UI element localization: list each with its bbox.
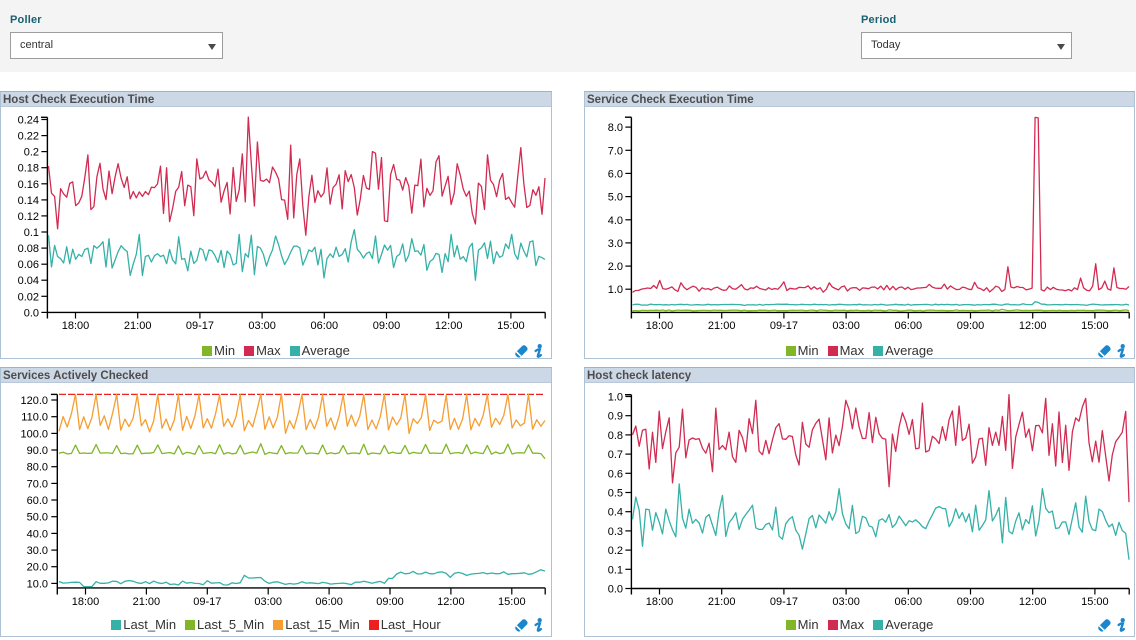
svg-text:8.0: 8.0 <box>608 122 623 134</box>
svg-text:12:00: 12:00 <box>435 320 463 332</box>
svg-text:06:00: 06:00 <box>895 320 923 332</box>
svg-text:09:00: 09:00 <box>957 320 985 332</box>
svg-text:10.0: 10.0 <box>27 578 48 590</box>
svg-text:0.4: 0.4 <box>608 507 623 519</box>
svg-text:2.0: 2.0 <box>608 261 623 273</box>
svg-text:06:00: 06:00 <box>311 320 339 332</box>
svg-text:15:00: 15:00 <box>498 596 526 608</box>
svg-text:0.02: 0.02 <box>18 291 39 303</box>
svg-text:21:00: 21:00 <box>708 320 736 332</box>
svg-text:100.0: 100.0 <box>20 428 48 440</box>
svg-text:15:00: 15:00 <box>1081 596 1109 608</box>
svg-text:20.0: 20.0 <box>27 562 48 574</box>
svg-text:18:00: 18:00 <box>62 320 90 332</box>
svg-text:0.18: 0.18 <box>18 163 39 175</box>
svg-text:09:00: 09:00 <box>373 320 401 332</box>
svg-text:110.0: 110.0 <box>21 412 48 424</box>
svg-text:0.0: 0.0 <box>608 584 623 596</box>
svg-text:50.0: 50.0 <box>27 512 48 524</box>
svg-text:3.0: 3.0 <box>608 238 623 250</box>
svg-text:0.12: 0.12 <box>18 211 39 223</box>
svg-text:0.7: 0.7 <box>608 449 623 461</box>
svg-text:12:00: 12:00 <box>437 596 465 608</box>
svg-text:21:00: 21:00 <box>708 596 736 608</box>
svg-text:0.16: 0.16 <box>18 179 39 191</box>
svg-text:0.6: 0.6 <box>608 468 623 480</box>
svg-text:15:00: 15:00 <box>497 320 525 332</box>
svg-text:21:00: 21:00 <box>124 320 152 332</box>
svg-text:4.0: 4.0 <box>608 215 623 227</box>
svg-text:18:00: 18:00 <box>646 320 674 332</box>
svg-text:0.0: 0.0 <box>24 307 39 319</box>
svg-text:6.0: 6.0 <box>608 168 623 180</box>
svg-text:90.0: 90.0 <box>27 445 48 457</box>
svg-text:06:00: 06:00 <box>315 596 343 608</box>
svg-text:0.2: 0.2 <box>608 545 623 557</box>
svg-text:09-17: 09-17 <box>186 320 214 332</box>
svg-text:09-17: 09-17 <box>770 596 798 608</box>
svg-text:0.22: 0.22 <box>18 131 39 143</box>
svg-text:0.5: 0.5 <box>608 488 623 500</box>
svg-text:0.8: 0.8 <box>608 430 623 442</box>
svg-text:0.1: 0.1 <box>24 227 39 239</box>
svg-text:0.14: 0.14 <box>18 195 39 207</box>
svg-text:03:00: 03:00 <box>254 596 282 608</box>
svg-text:120.0: 120.0 <box>20 395 48 407</box>
svg-text:0.08: 0.08 <box>18 243 39 255</box>
svg-text:0.04: 0.04 <box>18 275 39 287</box>
svg-text:0.3: 0.3 <box>608 526 623 538</box>
svg-text:06:00: 06:00 <box>895 596 923 608</box>
svg-text:09-17: 09-17 <box>770 320 798 332</box>
svg-text:21:00: 21:00 <box>133 596 161 608</box>
svg-text:80.0: 80.0 <box>27 462 48 474</box>
svg-text:0.2: 0.2 <box>24 147 39 159</box>
svg-text:12:00: 12:00 <box>1019 596 1047 608</box>
svg-text:18:00: 18:00 <box>72 596 100 608</box>
svg-text:1.0: 1.0 <box>608 392 623 404</box>
svg-text:40.0: 40.0 <box>27 528 48 540</box>
svg-text:5.0: 5.0 <box>608 192 623 204</box>
svg-text:30.0: 30.0 <box>27 545 48 557</box>
svg-text:03:00: 03:00 <box>832 320 860 332</box>
svg-text:0.1: 0.1 <box>608 564 623 576</box>
svg-text:15:00: 15:00 <box>1081 320 1109 332</box>
svg-text:1.0: 1.0 <box>608 284 623 296</box>
svg-text:12:00: 12:00 <box>1019 320 1047 332</box>
svg-text:03:00: 03:00 <box>832 596 860 608</box>
svg-text:70.0: 70.0 <box>27 478 48 490</box>
svg-text:0.06: 0.06 <box>18 259 39 271</box>
svg-text:0.9: 0.9 <box>608 411 623 423</box>
svg-text:60.0: 60.0 <box>27 495 48 507</box>
svg-text:09:00: 09:00 <box>957 596 985 608</box>
svg-text:09-17: 09-17 <box>193 596 221 608</box>
svg-text:0.24: 0.24 <box>18 115 39 127</box>
svg-text:7.0: 7.0 <box>608 145 623 157</box>
svg-text:03:00: 03:00 <box>248 320 276 332</box>
svg-text:09:00: 09:00 <box>376 596 404 608</box>
svg-text:18:00: 18:00 <box>646 596 674 608</box>
